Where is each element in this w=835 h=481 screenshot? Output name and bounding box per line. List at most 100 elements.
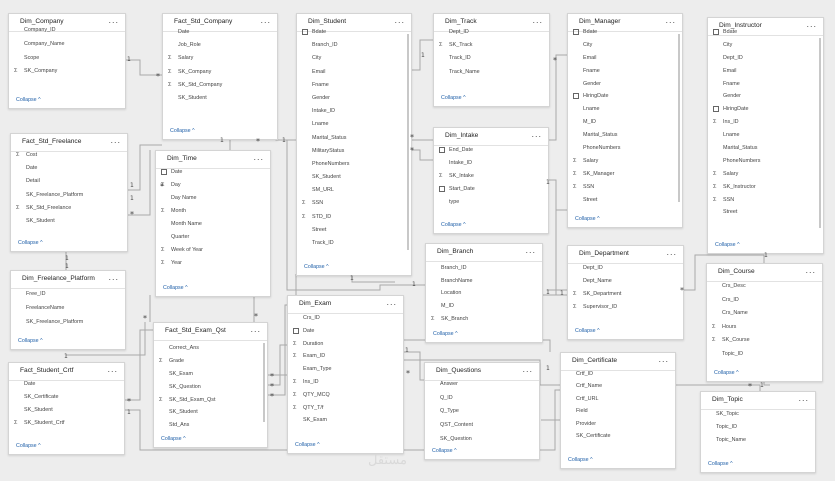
field-row[interactable]: Provider [561,418,675,430]
field-row[interactable]: Bdate [568,26,682,39]
collapse-button[interactable]: Collapse ^ [16,97,41,103]
table-card[interactable]: Dim_Track... Dept_ID Σ SK_Track Track_ID Trac… [433,13,550,107]
field-row[interactable]: SK_Certificate [561,430,675,442]
table-header[interactable]: Dim_Freelance_Platform... [11,271,125,289]
collapse-button[interactable]: Collapse ^ [161,436,186,442]
table-header[interactable]: Fact_Std_Exam_Qst... [154,323,267,341]
field-row[interactable]: Month Name [156,218,270,231]
more-options-icon[interactable]: ... [805,265,816,275]
field-row[interactable]: Σ SSN [568,181,682,194]
field-row[interactable]: Free_ID [11,288,125,302]
field-row[interactable]: Σ SSN [708,194,823,207]
field-row[interactable]: SM_URL [297,184,411,197]
field-row[interactable]: SK_Exam [288,414,403,427]
field-row[interactable]: Σ SK_Std_Freelance [11,202,127,215]
more-options-icon[interactable]: ... [253,152,264,162]
field-row[interactable]: Crs_ID [707,294,822,308]
field-row[interactable]: Lname [568,103,682,116]
field-row[interactable]: SK_Student [11,215,127,228]
field-row[interactable]: Company_ID [9,24,125,38]
field-row[interactable]: Gender [708,90,823,103]
field-row[interactable]: Date [288,325,403,338]
field-row[interactable]: Field [561,405,675,417]
collapse-button[interactable]: Collapse ^ [304,264,329,270]
field-row[interactable]: Track_Name [434,66,549,79]
table-card[interactable]: Dim_Topic... SK_Topic Topic_ID Topic_Name Co… [700,391,816,473]
collapse-button[interactable]: Collapse ^ [295,442,320,448]
field-row[interactable]: Lname [297,118,411,131]
field-row[interactable]: Σ Salary [163,52,277,65]
field-row[interactable]: Track_ID [297,237,411,250]
field-row[interactable]: Bdate [297,26,411,39]
field-row[interactable]: Σ SK_Manager [568,168,682,181]
field-row[interactable]: Dept_Name [568,275,683,288]
field-row[interactable]: Crtf_ID [561,368,675,380]
field-row[interactable]: Date [156,166,270,179]
field-row[interactable]: Marital_Status [568,129,682,142]
table-card[interactable]: Dim_Department... Dept_ID Dept_Name Σ SK_Dep… [567,245,684,340]
collapse-button[interactable]: Collapse ^ [708,461,733,467]
field-row[interactable]: Σ SK_Company [9,65,125,79]
field-row[interactable]: BranchName [426,275,542,288]
field-row[interactable]: Fname [708,78,823,91]
collapse-button[interactable]: Collapse ^ [16,443,41,449]
field-row[interactable]: City [568,39,682,52]
field-row[interactable]: SK_Freelance_Platform [11,316,125,330]
field-row[interactable]: Crs_Desc [707,280,822,294]
table-card[interactable]: Fact_Std_Freelance... Σ Cost Date Detail SK_F… [10,133,128,252]
field-row[interactable]: Bdate [708,26,823,39]
field-row[interactable]: Topic_ID [707,348,822,362]
field-row[interactable]: Σ SK_Instructor [708,181,823,194]
field-row[interactable]: Location [426,287,542,300]
more-options-icon[interactable]: ... [666,247,677,257]
field-row[interactable]: Street [568,194,682,207]
field-row[interactable]: Σ SSN [297,197,411,210]
table-card[interactable]: Dim_Intake... End_Date Intake_ID Σ SK_Intake… [433,127,549,234]
field-row[interactable]: SK_Student [154,406,267,419]
field-row[interactable]: SK_Freelance_Platform [11,189,127,202]
field-row[interactable]: Σ Salary [708,168,823,181]
field-row[interactable]: Street [297,224,411,237]
more-options-icon[interactable]: ... [386,297,397,307]
collapse-button[interactable]: Collapse ^ [18,240,43,246]
collapse-button[interactable]: Collapse ^ [441,222,466,228]
model-canvas[interactable]: Dim_Company... Company_ID Company_Name Scop… [0,0,835,481]
scrollbar[interactable] [678,34,680,202]
collapse-button[interactable]: Collapse ^ [433,331,458,337]
field-row[interactable]: Branch_ID [297,39,411,52]
collapse-button[interactable]: Collapse ^ [714,370,739,376]
more-options-icon[interactable]: ... [260,15,271,25]
collapse-button[interactable]: Collapse ^ [715,242,740,248]
collapse-button[interactable]: Collapse ^ [575,216,600,222]
field-row[interactable]: City [708,39,823,52]
field-row[interactable]: Street [708,206,823,219]
more-options-icon[interactable]: ... [532,15,543,25]
field-row[interactable]: SK_Student [163,92,277,105]
table-card[interactable]: Dim_Manager... Bdate City Email Fname Gender H… [567,13,683,228]
field-row[interactable]: Σ QTY_T/f [288,402,403,415]
field-row[interactable]: Q_ID [425,392,539,406]
scrollbar[interactable] [263,343,265,422]
field-row[interactable]: Quarter [156,231,270,244]
field-row[interactable]: Marital_Status [297,132,411,145]
field-row[interactable]: Email [297,66,411,79]
field-row[interactable]: Σ SK_Track [434,39,549,52]
field-row[interactable]: Gender [568,78,682,91]
field-row[interactable]: Σ Exam_ID [288,350,403,363]
field-row[interactable]: Σ Salary [568,155,682,168]
field-row[interactable]: Dept_ID [708,52,823,65]
field-row[interactable]: Marital_Status [708,142,823,155]
table-card[interactable]: Dim_Course... Crs_Desc Crs_ID Crs_Name Σ Hour… [706,263,823,382]
field-row[interactable]: Dept_ID [568,262,683,275]
field-row[interactable]: SK_Topic [701,408,815,421]
field-row[interactable]: Crs_Name [707,307,822,321]
relationship-line[interactable] [547,179,567,296]
field-row[interactable]: M_ID [426,300,542,313]
field-row[interactable]: SK_Question [154,381,267,394]
field-row[interactable]: Crtf_URL [561,393,675,405]
field-row[interactable]: Date [9,378,124,391]
field-row[interactable]: Start_Date [434,183,548,196]
scrollbar[interactable] [819,38,821,228]
field-row[interactable]: Date [163,26,277,39]
field-row[interactable]: Topic_Name [701,434,815,447]
